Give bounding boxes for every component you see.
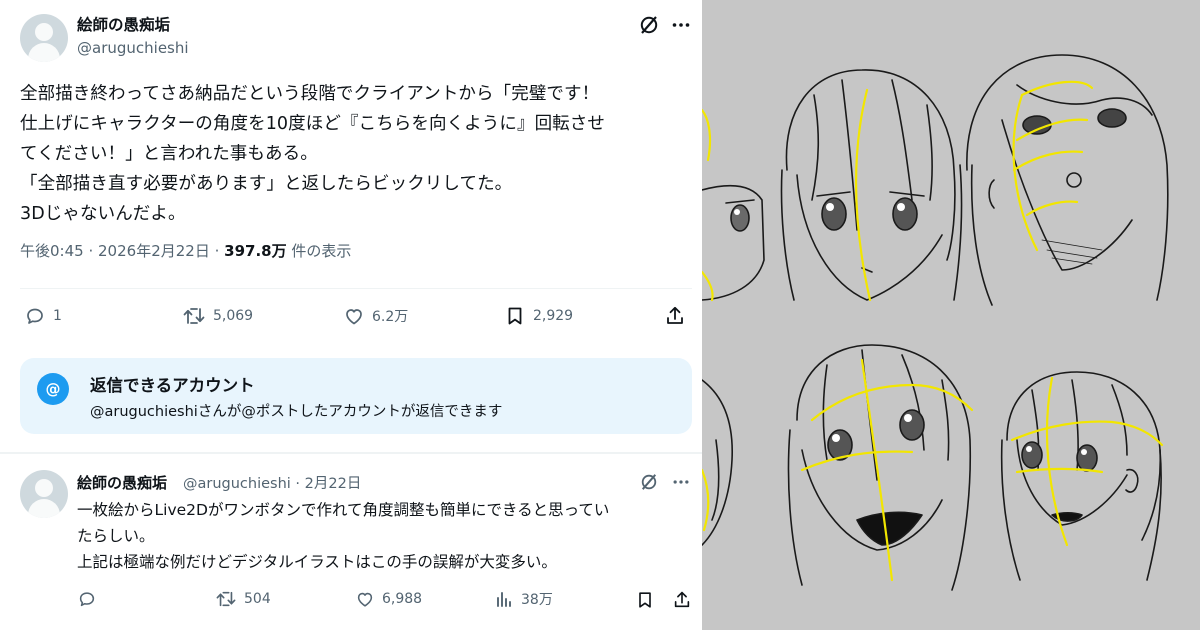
like-button[interactable]: 6.2万: [343, 305, 408, 327]
reply-icon: [24, 305, 46, 327]
post-panel: 絵師の愚痴垢 @aruguchieshi 全部描き終わってさあ納品だという段階で…: [0, 0, 702, 630]
repost-icon: [182, 305, 206, 327]
share-icon[interactable]: [671, 589, 693, 611]
more-icon[interactable]: [670, 471, 692, 493]
reply-count: 1: [53, 308, 62, 324]
bookmark-icon[interactable]: [634, 589, 656, 611]
post-text: 全部描き終わってさあ納品だという段階でクライアントから「完璧です！ 仕上げにキャ…: [20, 84, 605, 224]
more-icon[interactable]: [670, 14, 692, 36]
illustration-svg: [702, 54, 1169, 591]
handle[interactable]: @aruguchieshi: [77, 39, 189, 57]
reply-display-name[interactable]: 絵師の愚痴垢: [77, 472, 167, 493]
grok-icon[interactable]: [638, 471, 660, 493]
bookmark-button[interactable]: 2,929: [504, 305, 573, 327]
reply-settings-title: 返信できるアカウント: [90, 376, 255, 395]
reply-repost-button[interactable]: 504: [215, 589, 271, 609]
like-count: 6.2万: [372, 309, 409, 325]
grok-icon[interactable]: [638, 14, 660, 36]
reply-views-button[interactable]: 38万: [494, 589, 553, 609]
post-time[interactable]: 午後0:45: [20, 242, 84, 260]
bookmark-icon: [504, 305, 526, 327]
post-meta: 午後0:45 · 2026年2月22日 · 397.8万 件の表示: [20, 240, 351, 261]
reply-button[interactable]: 1: [24, 305, 62, 327]
repost-icon: [215, 589, 237, 609]
views-icon: [494, 589, 514, 609]
reply-icon: [77, 589, 97, 609]
reply-like-count: 6,988: [382, 591, 423, 607]
repost-count: 5,069: [213, 308, 254, 324]
reply-settings-card: @ 返信できるアカウント @aruguchieshiさんが@ポストしたアカウント…: [20, 358, 692, 434]
reply-reply-button[interactable]: [77, 589, 104, 609]
avatar[interactable]: [20, 14, 68, 62]
meta-dot: ·: [214, 242, 225, 260]
view-suffix: 件の表示: [291, 242, 352, 260]
repost-button[interactable]: 5,069: [182, 305, 253, 327]
thread-separator: [0, 452, 702, 454]
bookmark-count: 2,929: [533, 308, 574, 324]
reply-avatar[interactable]: [20, 470, 68, 518]
reply-repost-count: 504: [244, 591, 271, 607]
like-icon: [355, 589, 375, 609]
divider: [20, 288, 692, 289]
reply-text: 一枚絵からLive2Dがワンボタンで作れて角度調整も簡単にできると思ってい たら…: [77, 501, 610, 571]
reply-view-count: 38万: [521, 592, 553, 608]
display-name[interactable]: 絵師の愚痴垢: [77, 13, 170, 35]
like-icon: [343, 305, 365, 327]
share-icon[interactable]: [663, 305, 687, 327]
view-count: 397.8万: [224, 242, 287, 260]
reply-handle-date[interactable]: @aruguchieshi · 2月22日: [183, 472, 361, 493]
post-date[interactable]: 2026年2月22日: [98, 242, 210, 260]
character-angle-illustration: [702, 0, 1200, 630]
at-icon: @: [37, 373, 69, 405]
meta-dot: ·: [88, 242, 99, 260]
reply-like-button[interactable]: 6,988: [355, 589, 422, 609]
reply-settings-description: @aruguchieshiさんが@ポストしたアカウントが返信できます: [90, 404, 503, 420]
